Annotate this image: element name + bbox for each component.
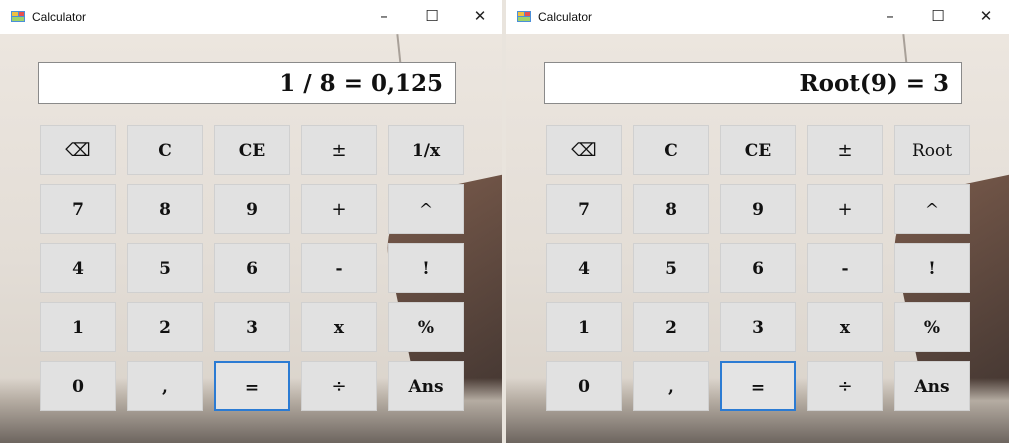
result-display: Root(9) = 3 [544,62,962,104]
root-button[interactable]: Root [894,125,970,175]
digit-2-button[interactable]: 2 [127,302,203,352]
title-bar[interactable]: Calculator – ☐ ✕ [0,0,502,34]
equals-button[interactable]: = [214,361,290,411]
divide-label: ÷ [331,376,347,397]
add-label: + [331,199,347,220]
add-button[interactable]: + [807,184,883,234]
calculator-window-left: Calculator – ☐ ✕ 1 / 8 = 0,125 ⌫ C CE ± … [0,0,502,443]
digit-8-button[interactable]: 8 [633,184,709,234]
maximize-button[interactable]: ☐ [414,3,450,29]
power-button[interactable]: ^ [894,184,970,234]
percent-button[interactable]: % [388,302,464,352]
title-bar[interactable]: Calculator – ☐ ✕ [506,0,1009,34]
add-button[interactable]: + [301,184,377,234]
subtract-button[interactable]: - [301,243,377,293]
calculator-body: Root(9) = 3 ⌫ C CE ± Root 7 8 9 + ^ 4 5 … [506,34,1009,443]
decimal-comma-button[interactable]: , [633,361,709,411]
multiply-button[interactable]: x [301,302,377,352]
power-button[interactable]: ^ [388,184,464,234]
digit-9-button[interactable]: 9 [720,184,796,234]
add-label: + [837,199,853,220]
digit-1-button[interactable]: 1 [546,302,622,352]
subtract-button[interactable]: - [807,243,883,293]
close-button[interactable]: ✕ [968,3,1004,29]
backspace-icon: ⌫ [571,140,597,161]
answer-button[interactable]: Ans [894,361,970,411]
plus-minus-label: ± [331,140,347,161]
result-display: 1 / 8 = 0,125 [38,62,456,104]
digit-0-button[interactable]: 0 [546,361,622,411]
maximize-button[interactable]: ☐ [920,3,956,29]
calculator-app-icon [517,11,531,22]
minimize-button[interactable]: – [366,3,402,29]
clear-entry-button[interactable]: CE [720,125,796,175]
plus-minus-button[interactable]: ± [301,125,377,175]
digit-6-button[interactable]: 6 [214,243,290,293]
digit-3-button[interactable]: 3 [214,302,290,352]
plus-minus-label: ± [837,140,853,161]
reciprocal-button[interactable]: 1/x [388,125,464,175]
digit-2-button[interactable]: 2 [633,302,709,352]
backspace-button[interactable]: ⌫ [546,125,622,175]
calculator-window-right: Calculator – ☐ ✕ Root(9) = 3 ⌫ C CE ± Ro… [506,0,1009,443]
digit-7-button[interactable]: 7 [40,184,116,234]
digit-4-button[interactable]: 4 [546,243,622,293]
close-button[interactable]: ✕ [462,3,498,29]
answer-button[interactable]: Ans [388,361,464,411]
minimize-button[interactable]: – [872,3,908,29]
multiply-button[interactable]: x [807,302,883,352]
digit-9-button[interactable]: 9 [214,184,290,234]
divide-label: ÷ [837,376,853,397]
equals-button[interactable]: = [720,361,796,411]
backspace-button[interactable]: ⌫ [40,125,116,175]
percent-button[interactable]: % [894,302,970,352]
clear-button[interactable]: C [633,125,709,175]
plus-minus-button[interactable]: ± [807,125,883,175]
digit-3-button[interactable]: 3 [720,302,796,352]
calculator-app-icon [11,11,25,22]
digit-6-button[interactable]: 6 [720,243,796,293]
divide-button[interactable]: ÷ [807,361,883,411]
clear-button[interactable]: C [127,125,203,175]
backspace-icon: ⌫ [65,140,91,161]
decimal-comma-button[interactable]: , [127,361,203,411]
factorial-button[interactable]: ! [388,243,464,293]
clear-entry-button[interactable]: CE [214,125,290,175]
window-title: Calculator [538,10,593,24]
calculator-body: 1 / 8 = 0,125 ⌫ C CE ± 1/x 7 8 9 + ^ 4 5… [0,34,502,443]
digit-8-button[interactable]: 8 [127,184,203,234]
factorial-button[interactable]: ! [894,243,970,293]
digit-7-button[interactable]: 7 [546,184,622,234]
digit-1-button[interactable]: 1 [40,302,116,352]
window-title: Calculator [32,10,87,24]
digit-4-button[interactable]: 4 [40,243,116,293]
digit-5-button[interactable]: 5 [127,243,203,293]
digit-5-button[interactable]: 5 [633,243,709,293]
divide-button[interactable]: ÷ [301,361,377,411]
digit-0-button[interactable]: 0 [40,361,116,411]
